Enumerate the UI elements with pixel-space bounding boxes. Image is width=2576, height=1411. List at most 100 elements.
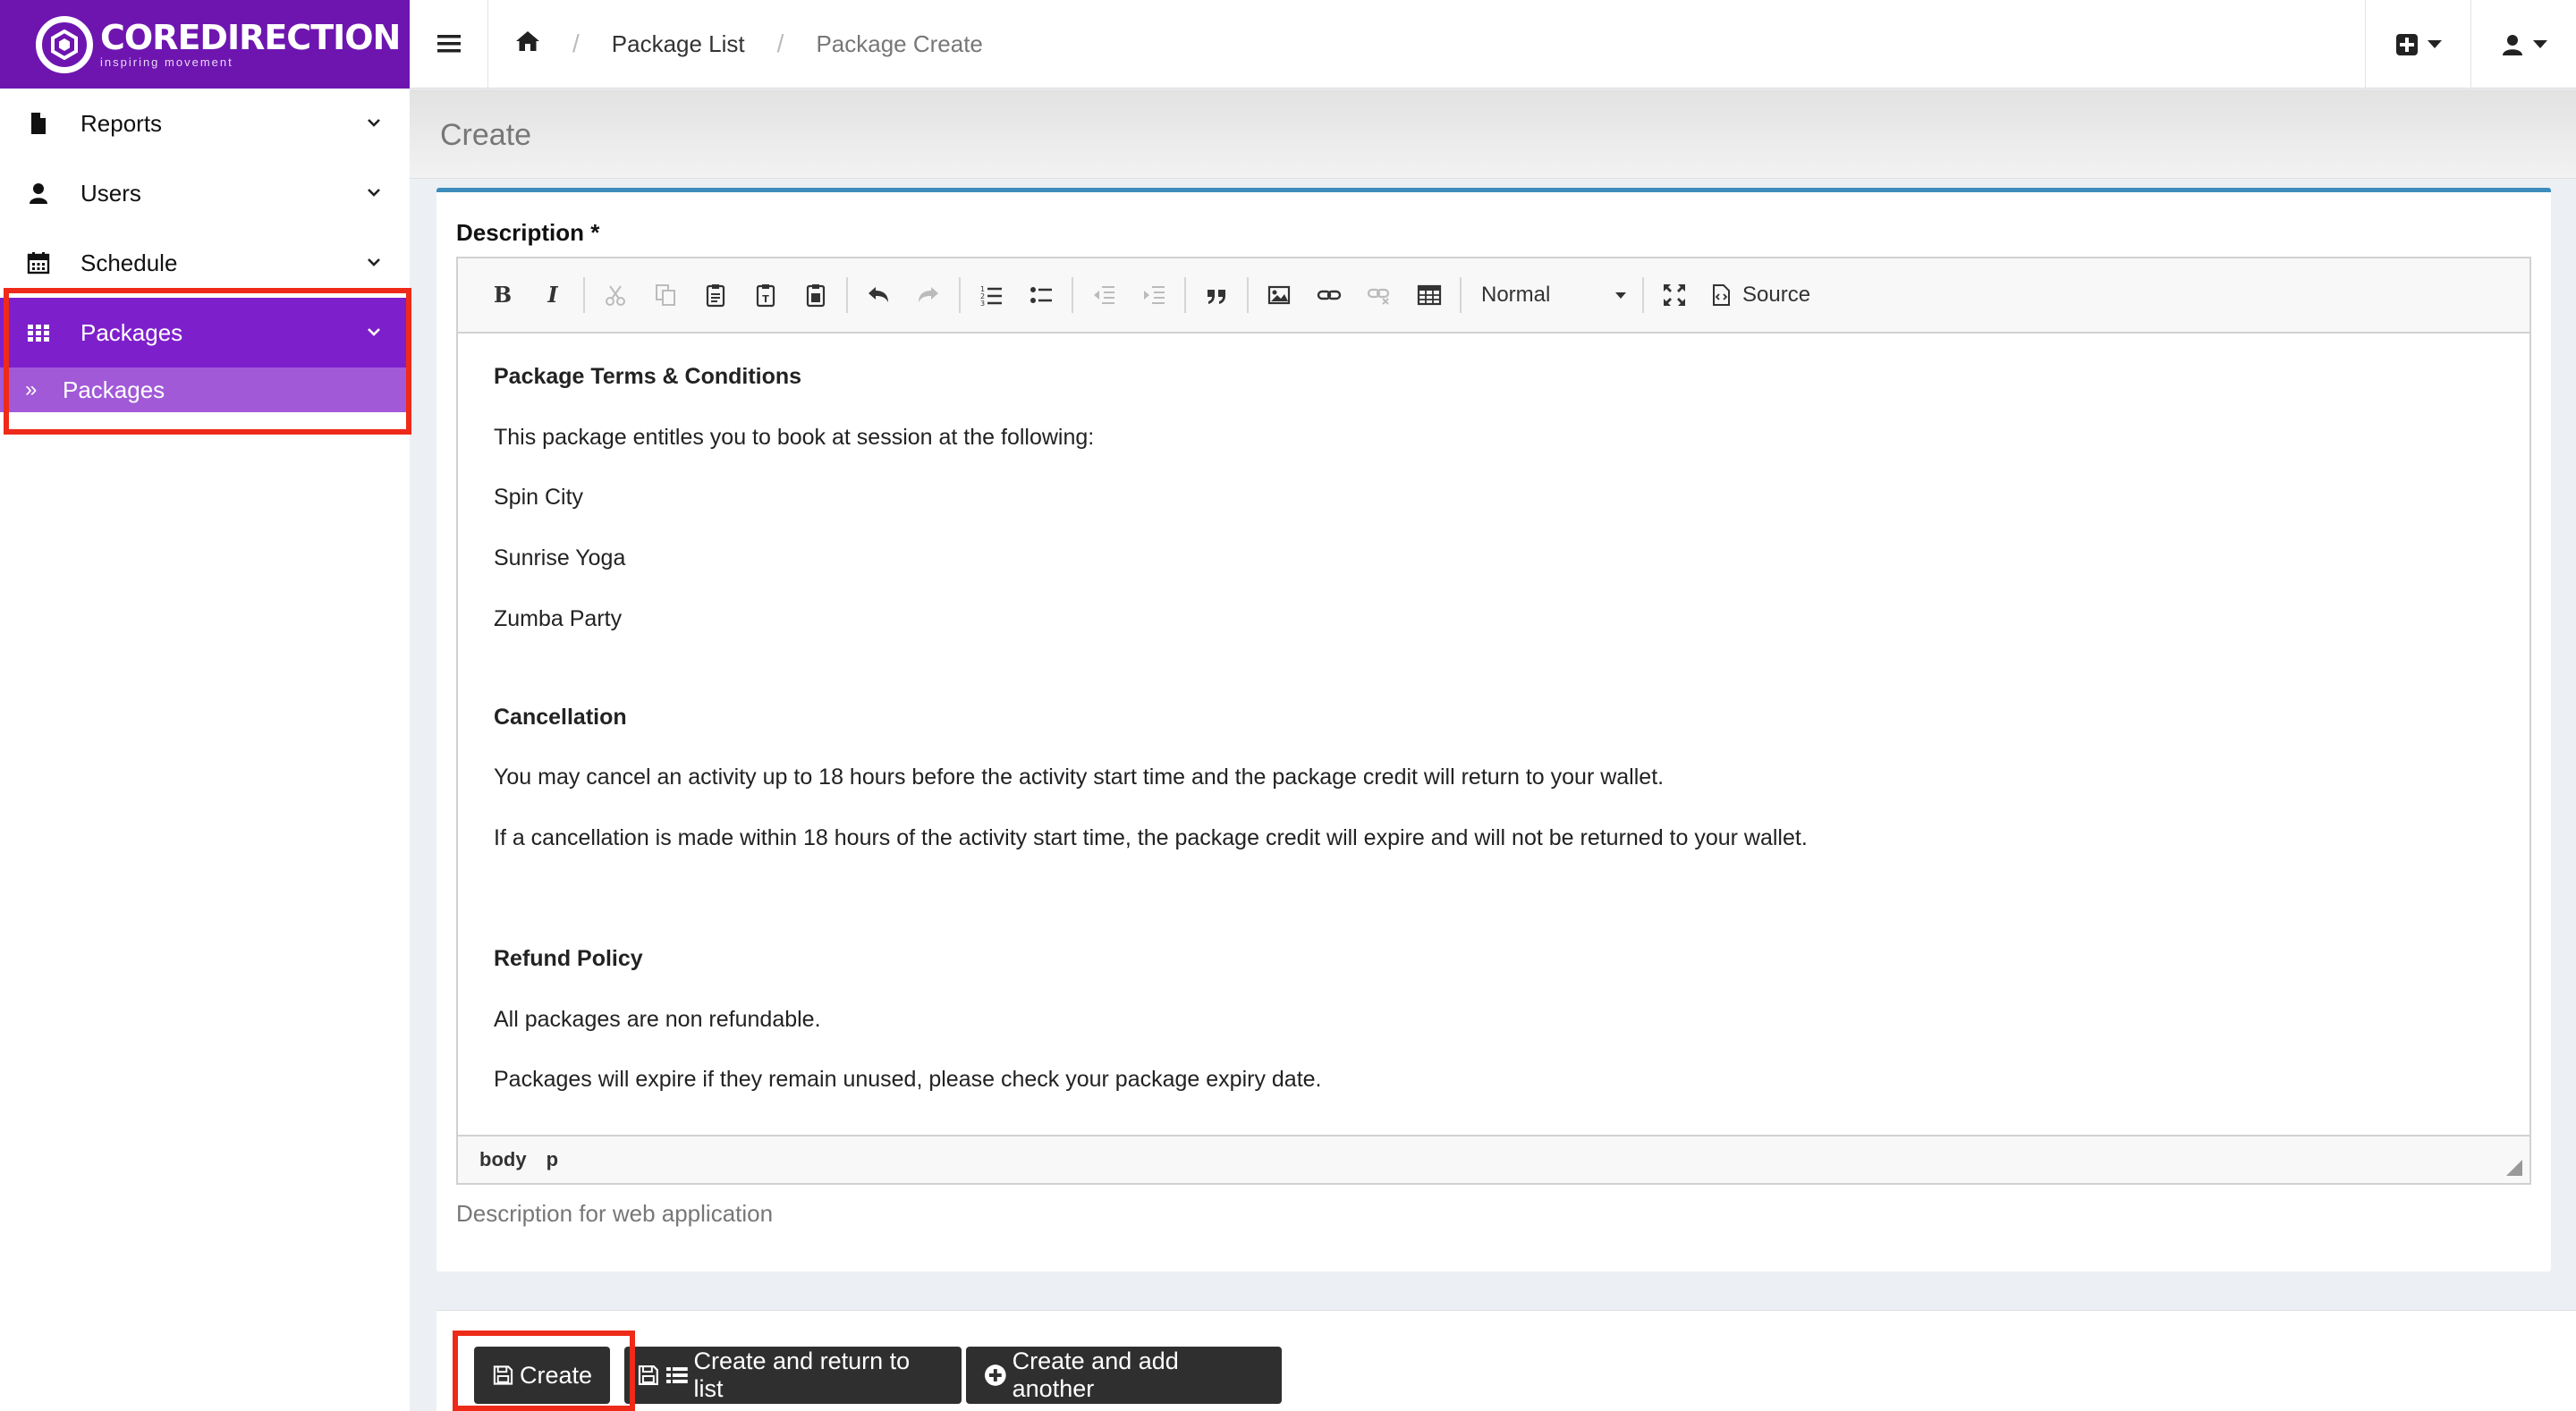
content-heading: Package Terms & Conditions	[494, 364, 802, 389]
description-label: Description *	[456, 219, 600, 246]
content-paragraph: This package entitles you to book at ses…	[494, 425, 1095, 450]
paste-word-icon	[806, 284, 826, 308]
quote-icon	[1208, 290, 1225, 304]
svg-text:B: B	[494, 283, 512, 308]
content-paragraph: You may cancel an activity up to 18 hour…	[494, 765, 1665, 790]
sidebar-toggle-button[interactable]	[410, 0, 488, 89]
editor-path-bar: body p	[458, 1135, 2529, 1183]
unlink-icon	[1367, 288, 1390, 305]
content-paragraph: If a cancellation is made within 18 hour…	[494, 825, 1808, 850]
toolbar-separator	[1247, 277, 1249, 313]
content-paragraph: Zumba Party	[494, 606, 623, 631]
chevron-down-icon	[368, 189, 380, 197]
caret-down-icon	[2532, 40, 2547, 48]
image-icon	[1267, 285, 1291, 305]
indent-icon	[1144, 286, 1165, 304]
brand-tagline: inspiring movement	[100, 55, 233, 69]
copy-icon	[656, 284, 675, 306]
chevron-down-icon	[368, 258, 380, 266]
toolbar-separator	[1460, 277, 1462, 313]
editor-content-area[interactable]: Package Terms & Conditions This package …	[458, 335, 2529, 1138]
breadcrumb-package-list[interactable]: Package List	[612, 30, 745, 58]
bulleted-list-button[interactable]	[1016, 270, 1066, 320]
toolbar-separator	[959, 277, 961, 313]
path-p[interactable]: p	[547, 1148, 558, 1171]
toolbar-separator	[1184, 277, 1186, 313]
copy-button[interactable]	[640, 270, 691, 320]
description-help-text: Description for web application	[456, 1200, 774, 1227]
create-and-add-another-button[interactable]: Create and add another	[966, 1347, 1282, 1404]
create-and-return-button[interactable]: Create and return to list	[624, 1347, 962, 1404]
breadcrumb-package-create: Package Create	[816, 30, 983, 57]
calendar-icon	[25, 249, 52, 276]
highlight-create-button	[453, 1331, 635, 1411]
content-paragraph: Spin City	[494, 485, 584, 510]
path-body[interactable]: body	[479, 1148, 527, 1171]
redo-button[interactable]	[903, 270, 953, 320]
content-heading: Cancellation	[494, 705, 627, 730]
source-button[interactable]: Source	[1699, 270, 1821, 320]
numbered-list-icon: 123	[980, 285, 1002, 308]
outdent-button[interactable]	[1079, 270, 1129, 320]
bulleted-list-icon	[1030, 287, 1052, 303]
italic-button[interactable]: I	[528, 270, 578, 320]
format-select[interactable]: Normal	[1467, 270, 1637, 320]
breadcrumb-separator: /	[572, 30, 580, 57]
source-icon	[1713, 284, 1730, 306]
sidebar-item-label: Schedule	[80, 249, 178, 276]
caret-down-icon	[1615, 291, 1626, 299]
bold-button[interactable]: B	[478, 270, 528, 320]
source-label: Source	[1742, 283, 1811, 307]
sidebar-item-users[interactable]: Users	[0, 158, 410, 228]
unlink-button[interactable]	[1354, 270, 1404, 320]
user-icon	[25, 180, 52, 207]
add-menu-button[interactable]	[2365, 0, 2470, 89]
paste-button[interactable]	[691, 270, 741, 320]
undo-button[interactable]	[853, 270, 903, 320]
paste-text-button[interactable]: T	[741, 270, 791, 320]
user-menu-button[interactable]	[2470, 0, 2576, 89]
chevron-down-icon	[368, 119, 380, 127]
form-actions: Create Create and return to list Create …	[436, 1310, 2576, 1411]
undo-icon	[869, 287, 888, 302]
svg-text:T: T	[762, 293, 769, 305]
content-header: Create	[410, 89, 2576, 179]
highlight-packages-menu	[4, 288, 411, 435]
link-button[interactable]	[1304, 270, 1354, 320]
resize-handle-icon[interactable]	[2506, 1160, 2522, 1176]
scissors-icon	[606, 285, 625, 306]
maximize-icon	[1664, 284, 1685, 306]
editor-toolbar: B I T 123 Normal Source	[458, 258, 2529, 334]
maximize-button[interactable]	[1649, 270, 1699, 320]
link-icon	[1317, 290, 1342, 300]
blockquote-button[interactable]	[1191, 270, 1241, 320]
paste-text-icon: T	[756, 284, 775, 308]
outdent-icon	[1094, 286, 1114, 304]
sidebar-item-label: Users	[80, 179, 141, 207]
image-button[interactable]	[1254, 270, 1304, 320]
breadcrumb: / Package List / Package Create	[488, 0, 983, 89]
page-title: Create	[440, 118, 532, 152]
brand-logo[interactable]: COREDIRECTION inspiring movement	[0, 0, 410, 89]
toolbar-separator	[846, 277, 848, 313]
breadcrumb-separator: /	[776, 30, 784, 57]
content-paragraph: Sunrise Yoga	[494, 545, 626, 570]
svg-text:I: I	[547, 283, 558, 308]
toolbar-separator	[1072, 277, 1073, 313]
paste-word-button[interactable]	[791, 270, 841, 320]
user-icon	[2502, 34, 2522, 55]
numbered-list-button[interactable]: 123	[966, 270, 1016, 320]
indent-button[interactable]	[1129, 270, 1179, 320]
rich-text-editor: B I T 123 Normal Source Package Terms & …	[456, 257, 2531, 1185]
home-icon[interactable]	[515, 30, 540, 59]
create-and-return-label: Create and return to list	[693, 1348, 911, 1402]
top-navbar: / Package List / Package Create	[410, 0, 2576, 89]
cut-button[interactable]	[590, 270, 640, 320]
table-button[interactable]	[1404, 270, 1454, 320]
form-box: Description * B I T 123 Normal Source Pa…	[436, 188, 2551, 1272]
plus-square-icon	[2395, 33, 2418, 55]
sidebar: Reports Users Schedule Packages » Packag…	[0, 89, 410, 1411]
sidebar-item-reports[interactable]: Reports	[0, 89, 410, 158]
redo-icon	[919, 287, 938, 302]
plus-circle-icon	[984, 1365, 1006, 1386]
